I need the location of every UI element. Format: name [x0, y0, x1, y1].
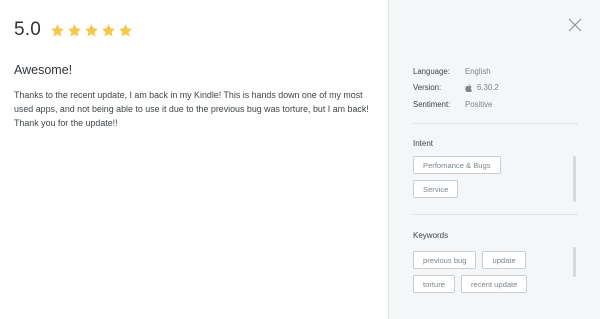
meta-key: Language: — [413, 66, 450, 76]
star-icon — [118, 23, 133, 38]
close-icon[interactable] — [568, 18, 582, 32]
star-icon — [50, 23, 65, 38]
star-icon — [101, 23, 116, 38]
review-metadata: Language: English Version: 6.30.2 Sentim… — [413, 63, 499, 113]
tag-row: previous bug update — [413, 251, 527, 269]
sentiment-value: Positive — [465, 99, 493, 109]
keyword-tag[interactable]: update — [482, 251, 526, 269]
apple-icon — [465, 83, 472, 92]
meta-value: 6.30.2 — [465, 83, 499, 92]
meta-value: Positive — [465, 100, 492, 109]
keyword-tag[interactable]: torture — [413, 275, 455, 293]
keyword-tags: previous bug update torture recent updat… — [413, 251, 528, 293]
meta-value: English — [465, 67, 491, 76]
keyword-tag[interactable]: previous bug — [413, 251, 477, 269]
keyword-tag[interactable]: recent update — [460, 275, 528, 293]
meta-row-version: Version: 6.30.2 — [413, 80, 499, 97]
intent-tag[interactable]: Perfomance & Bugs — [413, 156, 501, 174]
keywords-scrollbar[interactable] — [573, 247, 576, 277]
tag-row: Service — [413, 180, 501, 198]
review-title: Awesome! — [14, 63, 73, 77]
language-value: English — [465, 66, 491, 76]
review-body: Thanks to the recent update, I am back i… — [14, 90, 369, 129]
meta-key: Sentiment: — [413, 99, 451, 109]
keywords-title: Keywords — [413, 231, 449, 240]
tag-row: Perfomance & Bugs — [413, 156, 501, 174]
divider — [413, 123, 578, 124]
star-rating — [50, 23, 133, 38]
meta-row-language: Language: English — [413, 63, 499, 80]
star-icon — [84, 23, 99, 38]
meta-row-sentiment: Sentiment: Positive — [413, 96, 499, 113]
divider — [413, 214, 578, 215]
intent-tags: Perfomance & Bugs Service — [413, 156, 501, 198]
meta-key: Version: — [413, 83, 442, 93]
rating-row: 5.0 — [14, 19, 133, 41]
rating-value: 5.0 — [14, 19, 42, 40]
intent-title: Intent — [413, 139, 434, 148]
version-value: 6.30.2 — [477, 83, 499, 93]
review-panel: 5.0 Awesome! Thanks to the recent update… — [0, 0, 388, 319]
intent-scrollbar[interactable] — [573, 156, 576, 202]
star-icon — [67, 23, 82, 38]
intent-tag[interactable]: Service — [413, 180, 459, 198]
details-sidebar: Language: English Version: 6.30.2 Sentim… — [388, 0, 600, 319]
tag-row: torture recent update — [413, 275, 528, 293]
